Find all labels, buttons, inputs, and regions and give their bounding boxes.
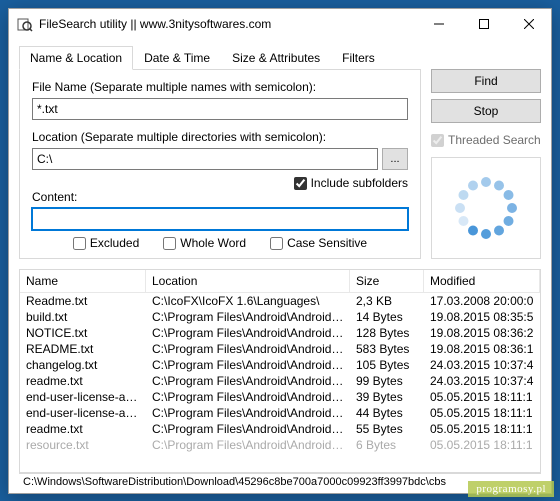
cell-name: README.txt (20, 341, 146, 357)
cell-name: readme.txt (20, 373, 146, 389)
filename-input[interactable] (32, 98, 408, 120)
progress-spinner (431, 157, 541, 259)
cell-name: end-user-license-agre... (20, 389, 146, 405)
filename-label: File Name (Separate multiple names with … (32, 80, 408, 94)
whole-word-checkbox[interactable]: Whole Word (163, 236, 246, 250)
maximize-button[interactable] (461, 10, 506, 39)
table-row[interactable]: Readme.txtC:\IcoFX\IcoFX 1.6\Languages\2… (20, 293, 540, 309)
col-name[interactable]: Name (20, 270, 146, 292)
cell-name: readme.txt (20, 421, 146, 437)
include-subfolders-label: Include subfolders (311, 176, 408, 190)
threaded-search-input[interactable] (431, 134, 444, 147)
stop-button[interactable]: Stop (431, 99, 541, 123)
include-subfolders-checkbox[interactable]: Include subfolders (294, 176, 408, 190)
cell-location: C:\Program Files\Android\Android St... (146, 421, 350, 437)
window-title: FileSearch utility || www.3nitysoftwares… (39, 17, 416, 31)
tab-name-location[interactable]: Name & Location (19, 46, 133, 70)
table-row[interactable]: readme.txtC:\Program Files\Android\Andro… (20, 373, 540, 389)
content-label: Content: (32, 190, 408, 204)
cell-modified: 19.08.2015 08:36:2 (424, 325, 540, 341)
location-input[interactable] (32, 148, 378, 170)
maximize-icon (479, 19, 489, 29)
col-location[interactable]: Location (146, 270, 350, 292)
cell-location: C:\Program Files\Android\Android St... (146, 389, 350, 405)
cell-size: 14 Bytes (350, 309, 424, 325)
cell-name: Readme.txt (20, 293, 146, 309)
table-row[interactable]: end-user-license-agre...C:\Program Files… (20, 389, 540, 405)
cell-modified: 19.08.2015 08:35:5 (424, 309, 540, 325)
cell-location: C:\Program Files\Android\Android St... (146, 309, 350, 325)
tab-filters[interactable]: Filters (331, 46, 386, 70)
tab-date-time[interactable]: Date & Time (133, 46, 221, 70)
excluded-checkbox[interactable]: Excluded (73, 236, 139, 250)
cell-modified: 17.03.2008 20:00:0 (424, 293, 540, 309)
cell-size: 44 Bytes (350, 405, 424, 421)
browse-button[interactable]: ... (382, 148, 408, 170)
cell-location: C:\Program Files\Android\Android St... (146, 373, 350, 389)
cell-size: 105 Bytes (350, 357, 424, 373)
find-button[interactable]: Find (431, 69, 541, 93)
tab-size-attributes[interactable]: Size & Attributes (221, 46, 331, 70)
table-row[interactable]: end-user-license-agre...C:\Program Files… (20, 405, 540, 421)
cell-name: resource.txt (20, 437, 146, 453)
col-modified[interactable]: Modified (424, 270, 540, 292)
cell-modified: 05.05.2015 18:11:1 (424, 421, 540, 437)
cell-modified: 05.05.2015 18:11:1 (424, 405, 540, 421)
cell-modified: 05.05.2015 18:11:1 (424, 437, 540, 453)
content-input[interactable] (32, 208, 408, 230)
minimize-icon (434, 19, 444, 29)
cell-name: NOTICE.txt (20, 325, 146, 341)
case-sensitive-checkbox[interactable]: Case Sensitive (270, 236, 367, 250)
cell-modified: 24.03.2015 10:37:4 (424, 357, 540, 373)
cell-size: 2,3 KB (350, 293, 424, 309)
cell-size: 55 Bytes (350, 421, 424, 437)
threaded-search-checkbox[interactable]: Threaded Search (431, 133, 541, 147)
cell-name: end-user-license-agre... (20, 405, 146, 421)
close-icon (524, 19, 534, 29)
cell-location: C:\Program Files\Android\Android St... (146, 437, 350, 453)
watermark: programosy.pl (468, 481, 554, 497)
cell-name: changelog.txt (20, 357, 146, 373)
cell-location: C:\IcoFX\IcoFX 1.6\Languages\ (146, 293, 350, 309)
cell-modified: 19.08.2015 08:36:1 (424, 341, 540, 357)
cell-modified: 05.05.2015 18:11:1 (424, 389, 540, 405)
cell-location: C:\Program Files\Android\Android St... (146, 325, 350, 341)
cell-location: C:\Program Files\Android\Android St... (146, 405, 350, 421)
app-window: FileSearch utility || www.3nitysoftwares… (8, 8, 552, 494)
results-list: Name Location Size Modified Readme.txtC:… (19, 269, 541, 473)
threaded-search-label: Threaded Search (448, 133, 541, 147)
cell-size: 583 Bytes (350, 341, 424, 357)
cell-name: build.txt (20, 309, 146, 325)
col-size[interactable]: Size (350, 270, 424, 292)
minimize-button[interactable] (416, 10, 461, 39)
cell-size: 128 Bytes (350, 325, 424, 341)
cell-location: C:\Program Files\Android\Android St... (146, 357, 350, 373)
table-row[interactable]: readme.txtC:\Program Files\Android\Andro… (20, 421, 540, 437)
include-subfolders-input[interactable] (294, 177, 307, 190)
table-row[interactable]: README.txtC:\Program Files\Android\Andro… (20, 341, 540, 357)
cell-size: 39 Bytes (350, 389, 424, 405)
cell-location: C:\Program Files\Android\Android St... (146, 341, 350, 357)
cell-size: 6 Bytes (350, 437, 424, 453)
location-label: Location (Separate multiple directories … (32, 130, 408, 144)
cell-size: 99 Bytes (350, 373, 424, 389)
status-bar: C:\Windows\SoftwareDistribution\Download… (19, 473, 541, 493)
results-header: Name Location Size Modified (20, 270, 540, 293)
table-row[interactable]: changelog.txtC:\Program Files\Android\An… (20, 357, 540, 373)
table-row[interactable]: resource.txtC:\Program Files\Android\And… (20, 437, 540, 453)
tab-panel: File Name (Separate multiple names with … (19, 70, 421, 259)
table-row[interactable]: build.txtC:\Program Files\Android\Androi… (20, 309, 540, 325)
table-row[interactable]: NOTICE.txtC:\Program Files\Android\Andro… (20, 325, 540, 341)
titlebar[interactable]: FileSearch utility || www.3nitysoftwares… (9, 9, 551, 39)
cell-modified: 24.03.2015 10:37:4 (424, 373, 540, 389)
app-icon (17, 16, 33, 32)
close-button[interactable] (506, 10, 551, 39)
tabstrip: Name & Location Date & Time Size & Attri… (19, 45, 421, 70)
